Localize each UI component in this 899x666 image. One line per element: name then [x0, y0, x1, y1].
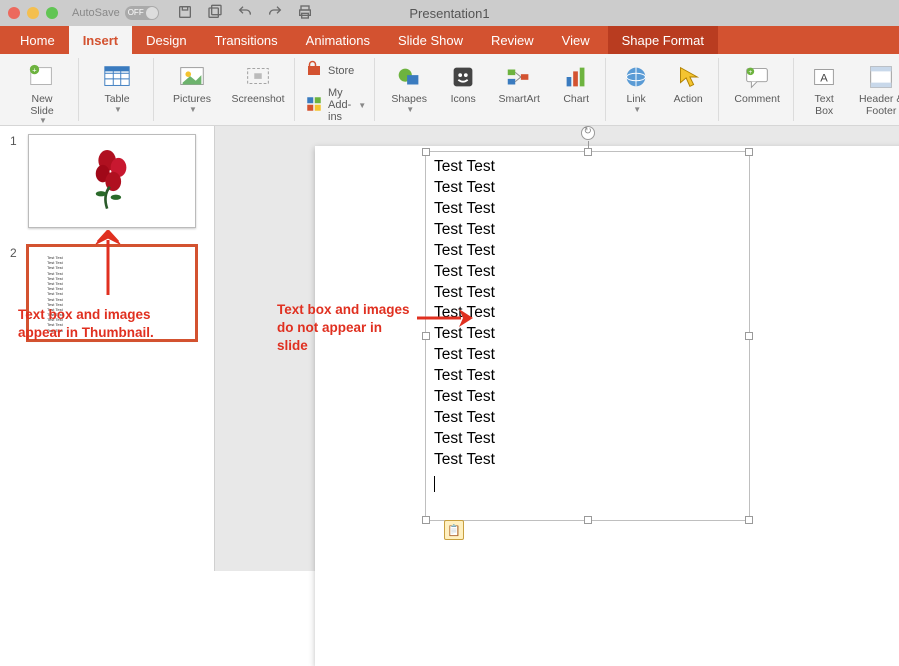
paste-options-icon[interactable]: 📋 [444, 520, 464, 540]
redo-icon[interactable] [267, 4, 283, 23]
annotation-thumbnail-note: Text box and images appear in Thumbnail. [18, 306, 154, 342]
ribbon: + New Slide▼ Table▼ Pictures▼ Screenshot… [0, 54, 899, 126]
tab-home[interactable]: Home [6, 26, 69, 54]
rose-image-icon [84, 143, 139, 213]
autosave-label: AutoSave [72, 7, 120, 19]
store-label: Store [328, 65, 354, 77]
table-button[interactable]: Table▼ [89, 60, 145, 114]
my-addins-label: My Add-ins [328, 87, 351, 123]
store-icon [305, 60, 323, 81]
screenshot-label: Screenshot [231, 94, 284, 106]
tab-insert[interactable]: Insert [69, 26, 132, 54]
table-icon [102, 60, 132, 94]
chart-label: Chart [563, 94, 589, 106]
table-label: Table [104, 94, 129, 106]
text-box-label: Text Box [815, 94, 834, 117]
tab-animations[interactable]: Animations [292, 26, 384, 54]
slide-editor: Test TestTest TestTest TestTest TestTest… [215, 126, 899, 571]
minimize-window-button[interactable] [27, 7, 39, 19]
link-icon [621, 60, 651, 94]
annotation-arrow-up [88, 230, 128, 300]
icons-label: Icons [451, 94, 476, 106]
thumb-number-1: 1 [10, 134, 20, 228]
new-slide-label: New Slide [30, 94, 53, 117]
svg-text:A: A [820, 73, 828, 85]
pictures-label: Pictures [173, 94, 211, 106]
header-footer-label: Header & Footer [859, 94, 899, 117]
new-slide-button[interactable]: + New Slide▼ [14, 60, 70, 126]
quick-access-toolbar [177, 4, 313, 23]
resize-handle-n[interactable] [584, 148, 592, 156]
thumbnail-1[interactable] [28, 134, 196, 228]
shapes-button[interactable]: Shapes▼ [385, 60, 433, 114]
tab-transitions[interactable]: Transitions [201, 26, 292, 54]
screenshot-icon [243, 60, 273, 94]
window-controls [8, 7, 58, 19]
icons-button[interactable]: Icons [443, 60, 483, 106]
pictures-button[interactable]: Pictures▼ [164, 60, 220, 114]
tab-shape-format[interactable]: Shape Format [608, 26, 718, 54]
pictures-icon [177, 60, 207, 94]
thumbnail-panel: 1 2 Test TestTest TestTest TestTest Test… [0, 126, 215, 571]
tab-design[interactable]: Design [132, 26, 200, 54]
shapes-label: Shapes [391, 94, 427, 106]
smartart-label: SmartArt [498, 94, 539, 106]
resize-handle-nw[interactable] [422, 148, 430, 156]
action-icon [673, 60, 703, 94]
svg-text:+: + [749, 69, 753, 76]
rotate-handle[interactable] [581, 126, 595, 140]
new-slide-icon: + [27, 60, 57, 94]
autosave-state: OFF [128, 8, 144, 17]
text-box-button[interactable]: A Text Box [804, 60, 844, 117]
text-box-icon: A [809, 60, 839, 94]
screenshot-button[interactable]: Screenshot [230, 60, 286, 106]
resize-handle-s[interactable] [584, 516, 592, 524]
maximize-window-button[interactable] [46, 7, 58, 19]
tab-view[interactable]: View [548, 26, 604, 54]
tab-slideshow[interactable]: Slide Show [384, 26, 477, 54]
header-footer-button[interactable]: Header & Footer [854, 60, 899, 117]
action-button[interactable]: Action [666, 60, 710, 106]
print-icon[interactable] [297, 4, 313, 23]
comment-icon: + [742, 60, 772, 94]
smartart-button[interactable]: SmartArt [493, 60, 545, 106]
annotation-slide-note: Text box and images do not appear in sli… [277, 301, 410, 356]
title-bar: AutoSave OFF Presentation1 [0, 0, 899, 26]
smartart-icon [504, 60, 534, 94]
save-icon[interactable] [177, 4, 193, 23]
undo-icon[interactable] [237, 4, 253, 23]
resize-handle-e[interactable] [745, 332, 753, 340]
slide-canvas[interactable]: Test TestTest TestTest TestTest TestTest… [315, 146, 899, 666]
ribbon-tabs: Home Insert Design Transitions Animation… [0, 26, 899, 54]
my-addins-button[interactable]: My Add-ins▼ [305, 87, 366, 123]
comment-button[interactable]: + Comment [729, 60, 785, 106]
main-area: 1 2 Test TestTest TestTest TestTest Test… [0, 126, 899, 571]
annotation-arrow-right [415, 306, 475, 330]
icons-icon [448, 60, 478, 94]
action-label: Action [674, 94, 703, 106]
resize-handle-ne[interactable] [745, 148, 753, 156]
svg-text:+: + [32, 65, 37, 74]
addins-icon [305, 95, 323, 116]
link-button[interactable]: Link▼ [616, 60, 656, 114]
resize-handle-se[interactable] [745, 516, 753, 524]
close-window-button[interactable] [8, 7, 20, 19]
tab-review[interactable]: Review [477, 26, 548, 54]
resize-handle-w[interactable] [422, 332, 430, 340]
link-label: Link [627, 94, 646, 106]
comment-label: Comment [734, 94, 780, 106]
resize-handle-sw[interactable] [422, 516, 430, 524]
shapes-icon [394, 60, 424, 94]
save-as-icon[interactable] [207, 4, 223, 23]
header-footer-icon [866, 60, 896, 94]
store-button[interactable]: Store [305, 60, 366, 81]
chart-button[interactable]: Chart [555, 60, 597, 106]
chart-icon [561, 60, 591, 94]
slide-textbox[interactable]: Test TestTest TestTest TestTest TestTest… [425, 151, 750, 521]
autosave-toggle[interactable]: AutoSave OFF [72, 6, 159, 20]
